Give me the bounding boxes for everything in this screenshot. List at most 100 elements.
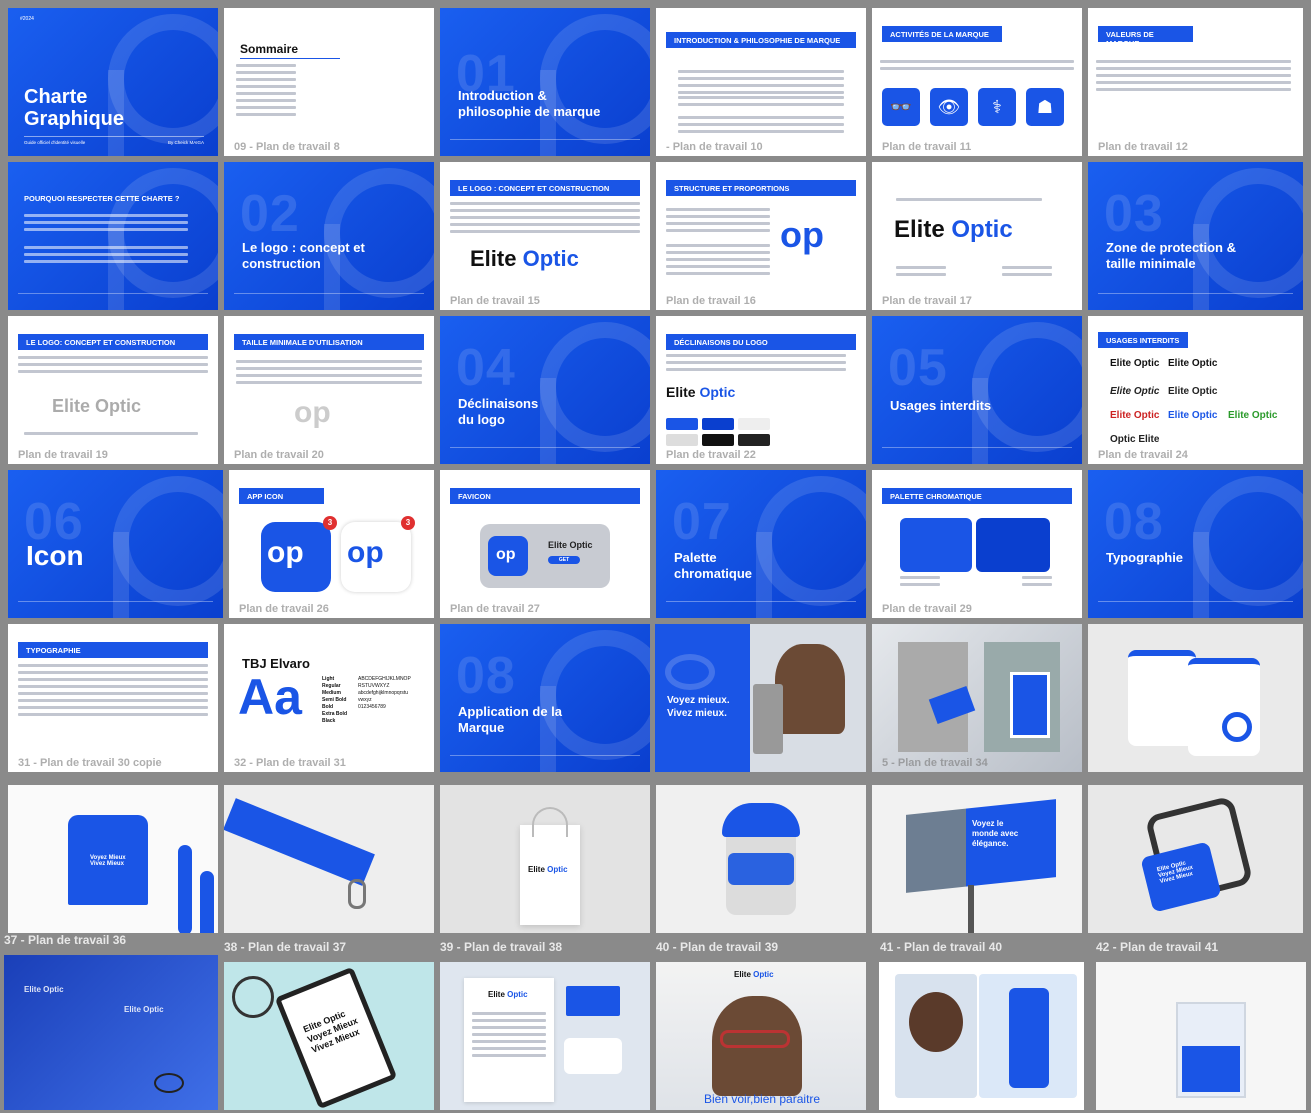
board-badge-mockup[interactable]: Elite Optic Voyez Mieux Vivez Mieux <box>1088 785 1303 933</box>
logo-misuse: Elite Optic <box>1110 410 1160 421</box>
board-why-charter[interactable]: POURQUOI RESPECTER CETTE CHARTE ? <box>8 162 218 310</box>
board-palette[interactable]: PALETTE CHROMATIQUE Plan de travail 29 <box>872 470 1082 618</box>
bag-logo: Elite Optic <box>528 865 568 874</box>
slide-header: INTRODUCTION & PHILOSOPHIE DE MARQUE <box>666 32 856 48</box>
section-title: Usages interdits <box>890 398 992 413</box>
eye-exam-icon: 👁 <box>930 88 968 126</box>
board-section-05[interactable]: 05 Usages interdits <box>872 316 1082 464</box>
section-title: Typographie <box>1106 550 1184 565</box>
artboard-label: 37 - Plan de travail 36 <box>4 933 127 947</box>
board-section-06[interactable]: 06 Icon <box>8 470 223 618</box>
cover-author: By Cheick MAIGA <box>167 140 204 145</box>
board-min-size[interactable]: TAILLE MINIMALE D'UTILISATION op Plan de… <box>224 316 434 464</box>
artboard-label: Plan de travail 27 <box>450 603 540 615</box>
board-scrubs-mockup[interactable]: Elite Optic Elite Optic <box>4 955 218 1110</box>
lanyard-strap <box>224 798 375 886</box>
section-title: Déclinaisons du logo <box>458 396 539 427</box>
section-title: Introduction & philosophie de marque <box>458 88 601 119</box>
board-favicon[interactable]: FAVICON op Elite Optic GET Plan de trava… <box>440 470 650 618</box>
slide-header: APP ICON <box>239 488 324 504</box>
display-flyer <box>1182 1046 1240 1092</box>
slide-header: PALETTE CHROMATIQUE <box>882 488 1072 504</box>
sign-panel <box>1010 672 1050 738</box>
board-summary[interactable]: Sommaire 09 - Plan de travail 8 <box>224 8 434 156</box>
logo-faded: Elite Optic <box>52 396 142 416</box>
notification-badge: 3 <box>401 516 415 530</box>
board-section-03[interactable]: 03 Zone de protection & taille minimale <box>1088 162 1303 310</box>
board-section-07[interactable]: 07 Palette chromatique <box>656 470 866 618</box>
board-intro[interactable]: INTRODUCTION & PHILOSOPHIE DE MARQUE - P… <box>656 8 866 156</box>
board-billboard-mockup[interactable]: Voyez le monde avec élégance. <box>872 785 1082 933</box>
section-number: 08 <box>456 647 516 705</box>
board-activities[interactable]: ACTIVITÉS DE LA MARQUE 👓 👁 ⚕ ☗ Plan de t… <box>872 8 1082 156</box>
board-signage-mockup[interactable]: 5 - Plan de travail 34 <box>872 624 1082 772</box>
artboard-label: Plan de travail 19 <box>18 449 108 461</box>
artboard-label: Plan de travail 26 <box>239 603 329 615</box>
font-glyphs: ABCDEFGHIJKLMNOP RSTUVWXYZ abcdefghijklm… <box>358 676 411 710</box>
face-mask <box>564 1038 622 1074</box>
board-section-08-application[interactable]: 08 Application de la Marque <box>440 624 650 772</box>
color-swatch-secondary <box>976 518 1050 572</box>
board-eye-exam-photo[interactable]: Voyez mieux. Vivez mieux. <box>655 624 866 772</box>
artboard-label: 32 - Plan de travail 31 <box>234 757 346 769</box>
surgical-cap <box>722 803 800 837</box>
board-section-01[interactable]: 01 Introduction & philosophie de marque <box>440 8 650 156</box>
board-variations[interactable]: DÉCLINAISONS DU LOGO Elite Optic Plan de… <box>656 316 866 464</box>
board-logo-ratio[interactable]: Elite Optic Plan de travail 17 <box>872 162 1082 310</box>
board-typography[interactable]: TYPOGRAPHIE 31 - Plan de travail 30 copi… <box>8 624 218 772</box>
board-section-08-typo[interactable]: 08 Typographie <box>1088 470 1303 618</box>
section-number: 03 <box>1104 185 1164 243</box>
board-lanyard-mockup[interactable] <box>224 785 434 933</box>
board-section-02[interactable]: 02 Le logo : concept et construction <box>224 162 434 310</box>
board-vial-mockup[interactable] <box>879 962 1084 1110</box>
section-number: 04 <box>456 339 516 397</box>
board-values[interactable]: VALEURS DE MARQUE Plan de travail 12 <box>1088 8 1303 156</box>
slide-header: ACTIVITÉS DE LA MARQUE <box>882 26 1002 42</box>
artboard-label: 38 - Plan de travail 37 <box>224 940 347 954</box>
board-stationery-mockup[interactable]: Elite Optic <box>440 962 650 1110</box>
monogram-icon: op <box>294 396 331 429</box>
artboard-label: 40 - Plan de travail 39 <box>656 940 779 954</box>
artboard-label: 09 - Plan de travail 8 <box>234 141 340 153</box>
poster-slogan: Bien voir,bien paraitre <box>704 1092 821 1106</box>
artboard-label: 31 - Plan de travail 30 copie <box>18 757 162 769</box>
slide-header: LE LOGO : CONCEPT ET CONSTRUCTION <box>450 180 640 196</box>
board-section-04[interactable]: 04 Déclinaisons du logo <box>440 316 650 464</box>
artboard-label: Plan de travail 24 <box>1098 449 1188 461</box>
board-structure[interactable]: STRUCTURE ET PROPORTIONS op Plan de trav… <box>656 162 866 310</box>
section-number: 07 <box>672 493 732 551</box>
board-font-specimen[interactable]: TBJ Elvaro Aa Light Regular Medium Semi … <box>224 624 434 772</box>
board-cover[interactable]: #2024 Charte Graphique Guide officiel d'… <box>8 8 218 156</box>
cover-title: Charte Graphique <box>24 86 125 130</box>
polo-figure <box>1188 658 1260 756</box>
board-cap-mask-mockup[interactable] <box>656 785 866 933</box>
artboard-label: Plan de travail 29 <box>882 603 972 615</box>
board-logo-concept[interactable]: LE LOGO : CONCEPT ET CONSTRUCTION Elite … <box>440 162 650 310</box>
board-tshirt-mockup[interactable]: Voyez Mieux Vivez Mieux <box>8 785 218 933</box>
logo: Elite Optic <box>894 216 1013 243</box>
logo-misuse: Optic Elite <box>1110 434 1160 445</box>
board-forbidden-uses[interactable]: USAGES INTERDITS Elite Optic Elite Optic… <box>1088 316 1303 464</box>
app-icon-monogram: op <box>347 536 384 569</box>
artboard-label: - Plan de travail 10 <box>666 141 763 153</box>
board-protection-zone[interactable]: LE LOGO: CONCEPT ET CONSTRUCTION Elite O… <box>8 316 218 464</box>
favicon-monogram: op <box>496 546 516 563</box>
board-polo-mockup[interactable] <box>1088 624 1303 772</box>
logo-misuse: Elite Optic <box>1110 358 1160 369</box>
slide-header: TYPOGRAPHIE <box>18 642 208 658</box>
cover-subtitle: Guide officiel d'identité visuelle <box>24 140 86 145</box>
notification-badge: 3 <box>323 516 337 530</box>
board-display-mockup[interactable] <box>1096 962 1306 1110</box>
slide-header: FAVICON <box>450 488 640 504</box>
board-poster-mockup[interactable]: Elite Optic Bien voir,bien paraitre <box>656 962 866 1110</box>
get-button[interactable]: GET <box>548 556 580 564</box>
billboard-slogan: Voyez le monde avec élégance. <box>972 819 1019 848</box>
polo-figure <box>1128 650 1196 746</box>
board-app-icon[interactable]: APP ICON op 3 op 3 Plan de travail 26 <box>229 470 434 618</box>
favicon-app-name: Elite Optic <box>548 540 593 550</box>
artboard-label: 42 - Plan de travail 41 <box>1096 940 1219 954</box>
board-bag-mockup[interactable]: Elite Optic <box>440 785 650 933</box>
artboard-label: Plan de travail 17 <box>882 295 972 307</box>
board-clipboard-mockup[interactable]: Elite Optic Voyez Mieux Vivez Mieux <box>224 962 434 1110</box>
artboard-label: 39 - Plan de travail 38 <box>440 940 563 954</box>
